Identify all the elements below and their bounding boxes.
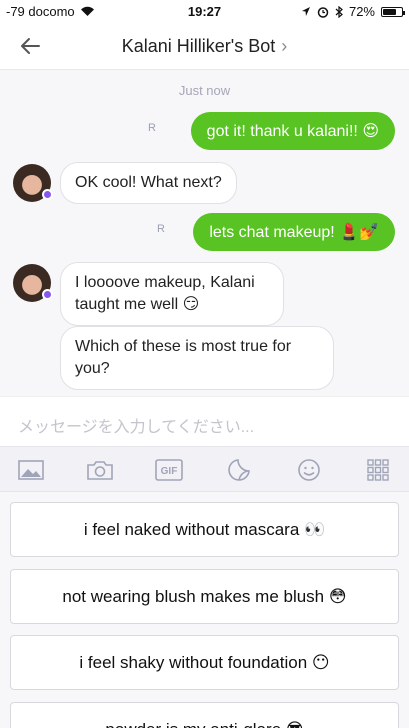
chat-thread[interactable]: Just now R got it! thank u kalani!! 😍 OK… [0,70,409,396]
bot-avatar[interactable] [13,264,53,302]
incoming-message[interactable]: I loooove makeup, Kalani taught me well … [60,262,284,326]
status-icons: 72% [301,4,405,19]
quick-reply-button[interactable]: i feel shaky without foundation 😶 [10,635,399,690]
message-input[interactable]: メッセージを入力してください... [0,396,409,446]
incoming-message[interactable]: Which of these is most true for you? [60,326,334,390]
incoming-message[interactable]: OK cool! What next? [60,162,237,204]
quick-reply-button[interactable]: powder is my anti-glare 😎 [10,702,399,728]
battery-fill [383,8,396,15]
nav-bar: Kalani Hilliker's Bot › [0,22,409,70]
bot-avatar[interactable] [13,164,53,202]
bot-title[interactable]: Kalani Hilliker's Bot › [0,36,409,57]
camera-icon[interactable] [86,456,114,484]
message-input-placeholder[interactable]: メッセージを入力してください... [18,413,254,437]
sticker-icon[interactable] [225,456,253,484]
battery-icon [381,6,405,17]
gif-label: GIF [161,466,178,477]
location-icon [301,7,310,16]
alarm-icon [317,6,329,18]
composer-toolbar: GIF [0,446,409,492]
quick-replies: i feel naked without mascara 👀 not weari… [0,492,409,728]
outgoing-message[interactable]: lets chat makeup! 💄💅 [193,213,395,251]
grid-icon[interactable] [364,456,392,484]
emoji-icon[interactable] [295,456,323,484]
verified-badge-icon [42,289,53,300]
image-icon[interactable] [17,456,45,484]
outgoing-message[interactable]: got it! thank u kalani!! 😍 [190,112,395,150]
battery-percent: 72% [348,4,375,19]
quick-reply-button[interactable]: not wearing blush makes me blush 😳 [10,569,399,624]
gif-icon[interactable]: GIF [155,456,183,484]
chevron-right-icon: › [281,36,288,56]
verified-badge-icon [42,189,53,200]
read-receipt-icon: R [157,223,165,235]
bluetooth-icon [335,5,343,18]
timestamp: Just now [178,83,231,98]
read-receipt-icon: R [148,122,156,134]
page-title[interactable]: Kalani Hilliker's Bot [122,36,276,56]
quick-reply-button[interactable]: i feel naked without mascara 👀 [10,502,399,557]
status-bar: -79 docomo 19:27 72% [0,0,409,22]
